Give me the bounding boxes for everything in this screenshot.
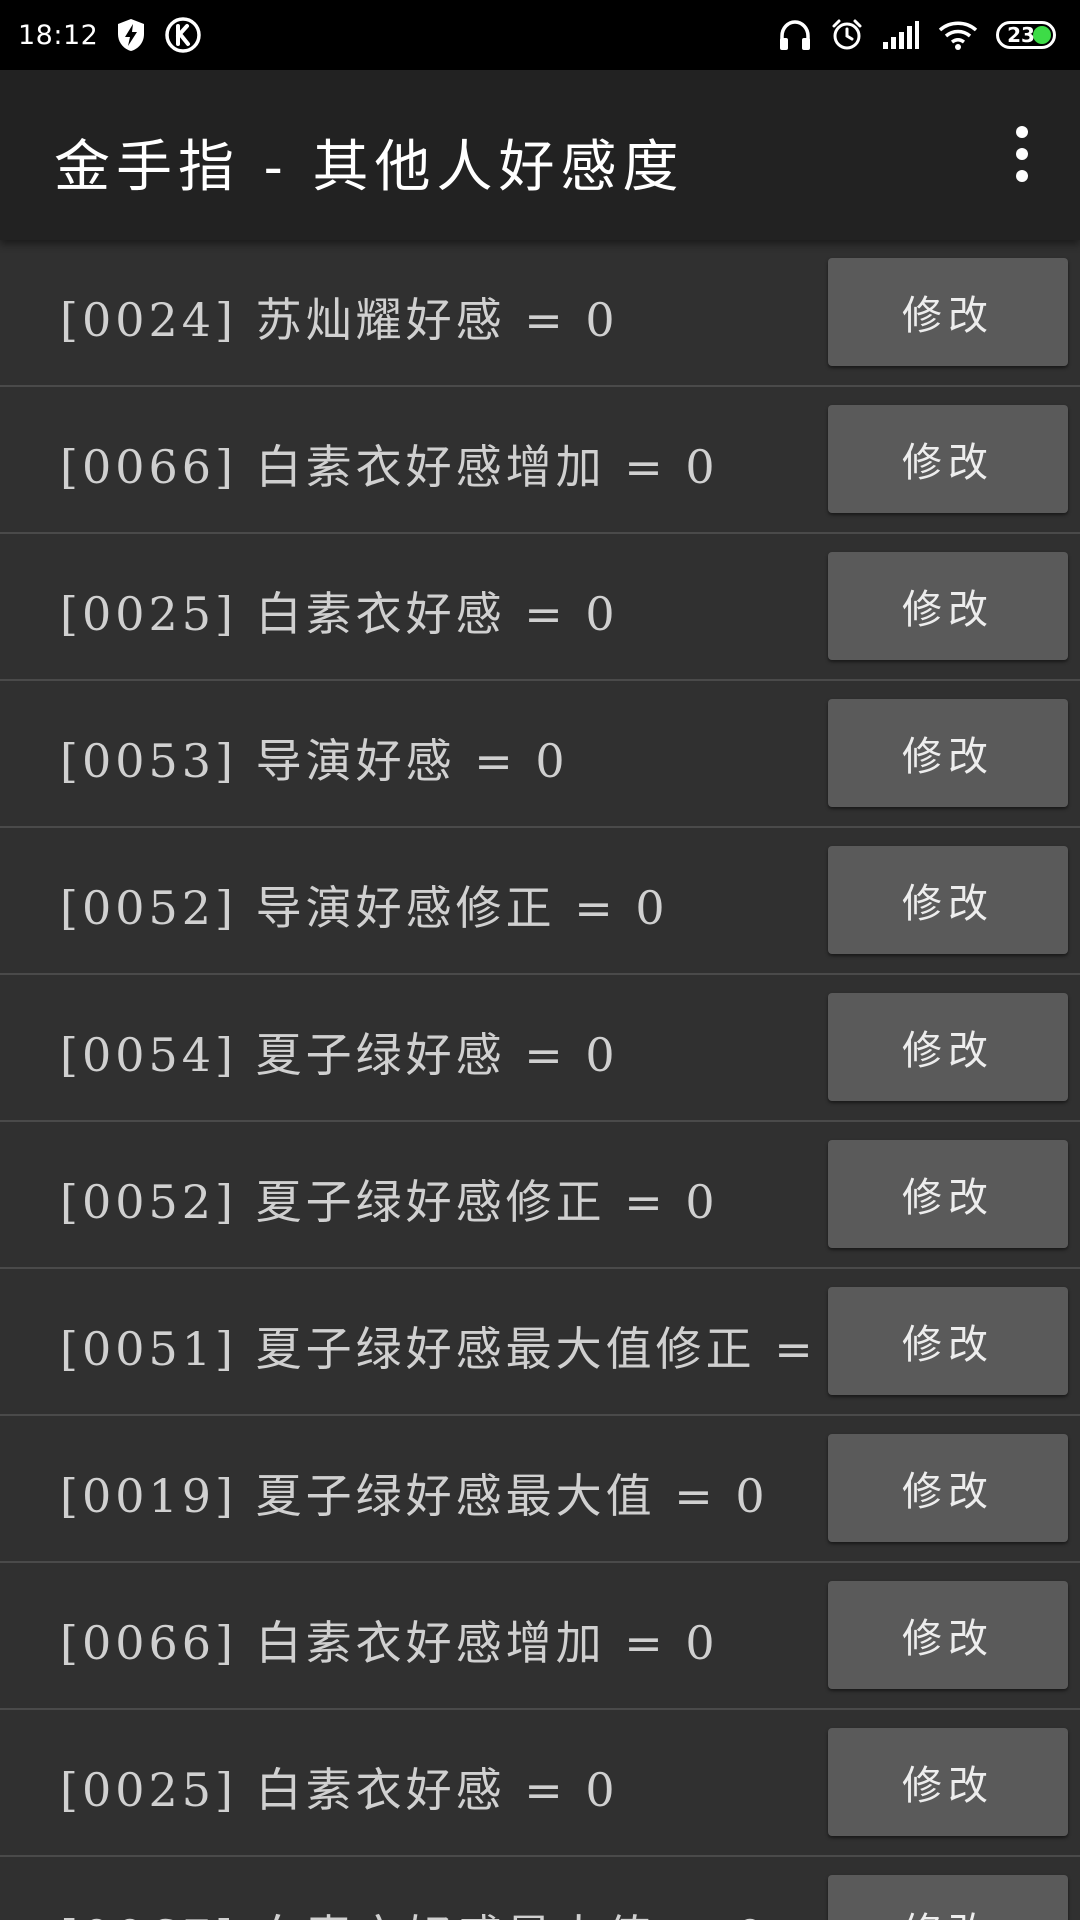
status-right: 23 [778,18,1064,52]
status-time: 18:12 [18,19,99,51]
modify-button[interactable]: 修改 [828,846,1068,954]
battery-level-fill [1033,26,1051,44]
list-item: [0066] 白素衣好感增加 = 0 修改 [0,387,1080,534]
menu-dot [1016,170,1028,182]
list-item-label: [0051] 夏子绿好感最大值修正 = 0 [60,1322,869,1376]
modify-button[interactable]: 修改 [828,1728,1068,1836]
list-item-label: [0066] 白素衣好感增加 = 0 [60,440,719,494]
more-vert-icon[interactable] [1002,126,1042,182]
modify-button[interactable]: 修改 [828,1287,1068,1395]
status-bar: 18:12 23 [0,0,1080,70]
app-bar: 金手指 - 其他人好感度 [0,70,1080,240]
list-item-label: [0067] 白素衣好感最大值 = 0 [60,1901,769,1920]
list-item-label: [0054] 夏子绿好感 = 0 [60,1028,619,1082]
list-item: [0019] 夏子绿好感最大值 = 0 修改 [0,1416,1080,1563]
modify-button[interactable]: 修改 [828,1875,1068,1920]
list-item: [0052] 夏子绿好感修正 = 0 修改 [0,1122,1080,1269]
menu-dot [1016,148,1028,160]
list-item: [0054] 夏子绿好感 = 0 修改 [0,975,1080,1122]
battery-percent: 23 [1007,23,1035,47]
modify-button[interactable]: 修改 [828,1434,1068,1542]
modify-button[interactable]: 修改 [828,993,1068,1101]
list-item: [0025] 白素衣好感 = 0 修改 [0,534,1080,681]
shield-bolt-icon [116,18,146,52]
signal-icon [882,20,920,50]
modify-button[interactable]: 修改 [828,699,1068,807]
modify-button[interactable]: 修改 [828,258,1068,366]
headphone-icon [778,19,812,51]
battery-icon: 23 [996,21,1056,49]
list-item: [0053] 导演好感 = 0 修改 [0,681,1080,828]
list-item-label: [0025] 白素衣好感 = 0 [60,587,619,641]
list-item: [0051] 夏子绿好感最大值修正 = 0 修改 [0,1269,1080,1416]
page-title: 金手指 - 其他人好感度 [54,135,685,200]
modify-button[interactable]: 修改 [828,552,1068,660]
modify-button[interactable]: 修改 [828,1140,1068,1248]
modify-button[interactable]: 修改 [828,1581,1068,1689]
list-item-label: [0019] 夏子绿好感最大值 = 0 [60,1469,769,1523]
list-item-label: [0024] 苏灿耀好感 = 0 [60,293,619,347]
cheat-list[interactable]: [0024] 苏灿耀好感 = 0 修改 [0066] 白素衣好感增加 = 0 修… [0,240,1080,1920]
list-item: [0024] 苏灿耀好感 = 0 修改 [0,240,1080,387]
k-circle-icon [164,16,202,54]
list-item-label: [0052] 导演好感修正 = 0 [60,881,669,935]
list-item: [0067] 白素衣好感最大值 = 0 修改 [0,1857,1080,1920]
status-left: 18:12 [18,16,202,54]
modify-button[interactable]: 修改 [828,405,1068,513]
wifi-icon [938,19,978,51]
list-item-label: [0066] 白素衣好感增加 = 0 [60,1616,719,1670]
list-item: [0052] 导演好感修正 = 0 修改 [0,828,1080,975]
menu-dot [1016,126,1028,138]
list-item-label: [0052] 夏子绿好感修正 = 0 [60,1175,719,1229]
list-item: [0066] 白素衣好感增加 = 0 修改 [0,1563,1080,1710]
list-item-label: [0053] 导演好感 = 0 [60,734,569,788]
list-item: [0025] 白素衣好感 = 0 修改 [0,1710,1080,1857]
alarm-icon [830,18,864,52]
list-item-label: [0025] 白素衣好感 = 0 [60,1763,619,1817]
